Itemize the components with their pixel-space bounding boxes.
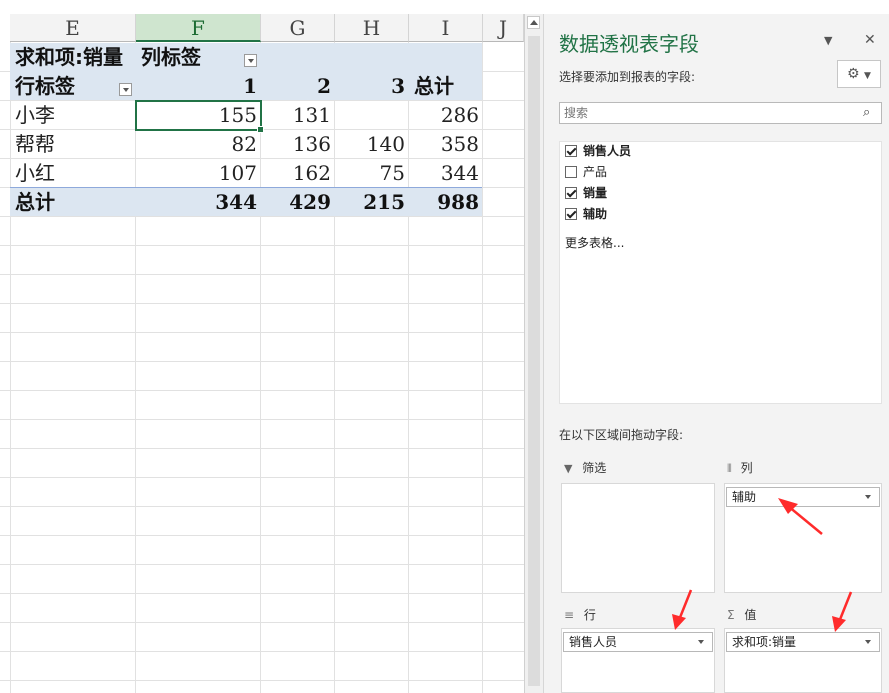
pivot-grand-total-cell[interactable]: 344	[136, 188, 261, 217]
pivot-column-labels[interactable]: 列标签	[141, 43, 241, 72]
annotation-arrow-icon	[832, 591, 853, 632]
ribbon-edge	[0, 0, 524, 14]
row-lines-icon: ≡	[564, 608, 575, 622]
gridline	[0, 564, 524, 565]
area-label: 行	[583, 608, 596, 622]
row-filter-dropdown-icon[interactable]	[119, 83, 132, 96]
spreadsheet-grid[interactable]: E F G H I J 求和项:销量 列标签 行标签 1 2 3 总计 小李 1…	[0, 0, 524, 693]
pivot-value-cell[interactable]: 82	[136, 130, 261, 159]
area-header-rows: ≡ 行	[564, 604, 596, 626]
gridline	[0, 622, 524, 623]
gridline	[0, 390, 524, 391]
field-item-quantity[interactable]: 销量	[565, 184, 607, 202]
pivot-col-header[interactable]: 2	[261, 72, 335, 101]
funnel-icon: ▼	[564, 462, 573, 475]
sigma-icon: Σ	[727, 608, 735, 622]
pivot-row-name[interactable]: 小红	[15, 159, 130, 188]
gridline	[0, 535, 524, 536]
pivot-row-name[interactable]: 小李	[15, 101, 130, 130]
column-header-h[interactable]: H	[335, 14, 409, 42]
gridline	[0, 680, 524, 681]
pivot-value-cell[interactable]: 136	[261, 130, 335, 159]
pivot-row-name[interactable]: 帮帮	[15, 130, 130, 159]
column-header-g[interactable]: G	[261, 14, 335, 42]
drag-hint: 在以下区域间拖动字段:	[559, 428, 684, 442]
area-header-filter: ▼ 筛选	[564, 457, 606, 479]
gridline	[0, 651, 524, 652]
annotation-arrow-icon	[672, 589, 693, 630]
rows-field-chip[interactable]: 销售人员	[563, 632, 713, 652]
area-label: 值	[744, 608, 757, 622]
pane-title: 数据透视表字段	[559, 32, 699, 56]
annotation-arrow-icon	[778, 498, 823, 535]
pivot-row-labels[interactable]: 行标签	[15, 72, 115, 101]
gridline	[0, 274, 524, 275]
more-tables-link[interactable]: 更多表格...	[565, 234, 624, 251]
gridline	[0, 245, 524, 246]
pivot-value-cell[interactable]: 107	[136, 159, 261, 188]
pivot-value-cell[interactable]: 75	[335, 159, 409, 188]
field-item-product[interactable]: 产品	[565, 163, 607, 181]
pivot-value-cell[interactable]: 162	[261, 159, 335, 188]
column-header-i[interactable]: I	[409, 14, 483, 42]
field-list: 销售人员 产品 销量 辅助 更多表格...	[559, 141, 882, 404]
pivot-row-total-cell[interactable]: 358	[409, 130, 483, 159]
search-icon[interactable]: ⌕	[863, 105, 870, 120]
column-header-j[interactable]: J	[483, 14, 524, 42]
pivot-row-total-cell[interactable]: 286	[409, 101, 483, 130]
pane-options-chevron-icon[interactable]: ▼	[824, 34, 832, 47]
gridline	[0, 303, 524, 304]
gridline	[0, 593, 524, 594]
gridline	[0, 506, 524, 507]
search-input[interactable]	[559, 102, 882, 124]
pivot-grand-total-cell[interactable]: 988	[409, 188, 483, 217]
checkbox-unchecked[interactable]	[565, 165, 577, 178]
checkbox-checked[interactable]	[565, 144, 577, 157]
pane-subtitle: 选择要添加到报表的字段:	[559, 70, 696, 84]
pivot-value-field-label[interactable]: 求和项:销量	[15, 43, 135, 72]
pivot-value-cell[interactable]: 140	[335, 130, 409, 159]
pivot-field-pane: 数据透视表字段 ▼ ✕ 选择要添加到报表的字段: ⚙ ▼ ⌕ 销售人员 产品 销…	[543, 14, 889, 693]
close-icon[interactable]: ✕	[864, 32, 876, 48]
gridline	[0, 419, 524, 420]
field-item-sales-person[interactable]: 销售人员	[565, 142, 631, 160]
gear-icon[interactable]: ⚙ ▼	[837, 60, 881, 88]
field-label: 销量	[583, 186, 608, 200]
gridline	[10, 42, 11, 693]
area-header-values: Σ 值	[727, 604, 756, 626]
filter-area[interactable]	[561, 483, 715, 593]
scroll-up-icon[interactable]	[527, 16, 540, 29]
area-label: 筛选	[582, 461, 607, 475]
pivot-value-cell[interactable]	[335, 101, 409, 130]
vertical-scrollbar[interactable]	[524, 14, 543, 693]
field-label: 辅助	[583, 207, 608, 221]
pivot-col-total-header[interactable]: 总计	[414, 72, 482, 101]
pivot-grand-total-cell[interactable]: 429	[261, 188, 335, 217]
pivot-col-header[interactable]: 3	[335, 72, 409, 101]
area-label: 列	[740, 461, 753, 475]
gridline	[0, 448, 524, 449]
pivot-col-header[interactable]: 1	[136, 72, 261, 101]
fill-handle[interactable]	[257, 126, 264, 133]
area-header-columns: ⦀ 列	[727, 457, 753, 479]
checkbox-checked[interactable]	[565, 207, 577, 220]
gridline	[0, 361, 524, 362]
scrollbar-thumb[interactable]	[528, 36, 540, 686]
field-label: 销售人员	[583, 144, 632, 158]
field-label: 产品	[583, 165, 608, 179]
column-header-f[interactable]: F	[136, 14, 261, 42]
gridline	[0, 477, 524, 478]
pivot-row-total-cell[interactable]: 344	[409, 159, 483, 188]
pivot-grand-total-cell[interactable]: 215	[335, 188, 409, 217]
pivot-grand-total-label[interactable]: 总计	[15, 188, 130, 217]
column-header-e[interactable]: E	[10, 14, 136, 42]
checkbox-checked[interactable]	[565, 186, 577, 199]
field-item-helper[interactable]: 辅助	[565, 205, 607, 223]
active-cell-border	[135, 100, 262, 131]
column-filter-dropdown-icon[interactable]	[244, 54, 257, 67]
pivot-value-cell[interactable]: 131	[261, 101, 335, 130]
gridline	[0, 332, 524, 333]
column-bars-icon: ⦀	[727, 462, 732, 475]
